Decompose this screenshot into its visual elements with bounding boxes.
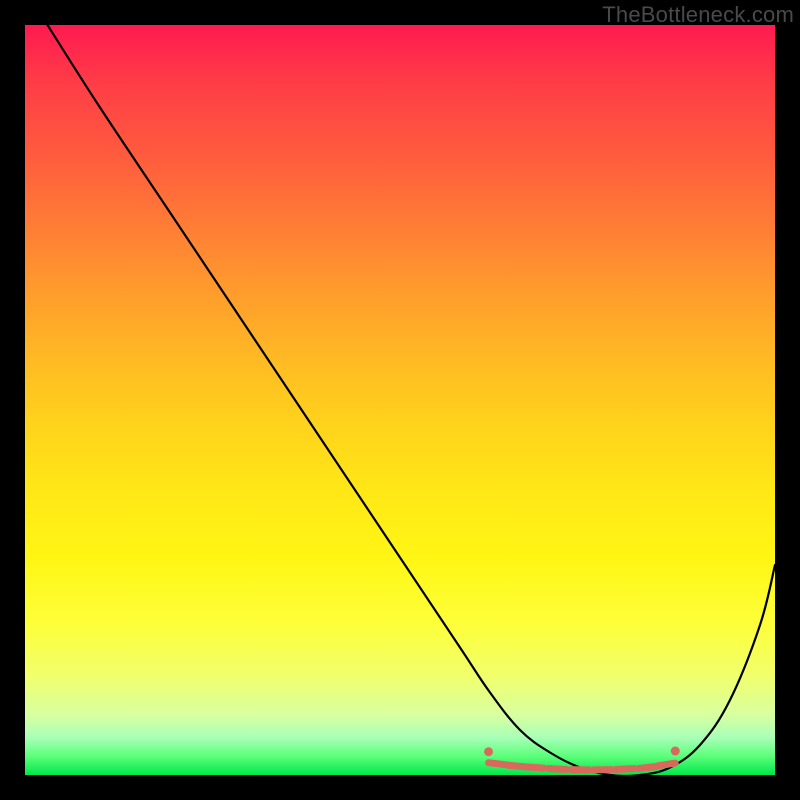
main-curve [48,25,776,775]
bottleneck-curve-path [48,25,776,775]
optimal-marker-dash [657,763,675,766]
optimal-marker-dot [671,747,680,756]
optimal-marker-dot [484,747,493,756]
optimal-markers-group [484,747,680,770]
curve-layer [25,25,775,775]
optimal-marker-dash [616,769,634,770]
optimal-marker-dash [489,763,507,765]
chart-frame: TheBottleneck.com [0,0,800,800]
plot-area [25,25,775,775]
optimal-marker-dash [549,769,567,770]
optimal-marker-dash [507,765,525,767]
optimal-marker-dash [639,767,657,769]
optimal-marker-dash [526,767,544,768]
